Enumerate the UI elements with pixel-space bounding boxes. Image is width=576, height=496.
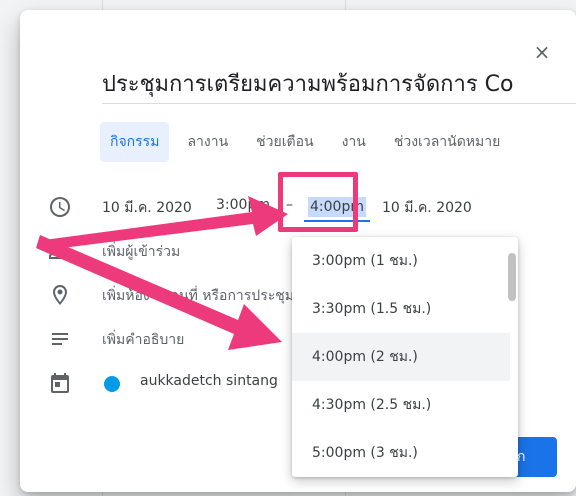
annotation-highlight-box xyxy=(278,172,358,232)
tab-event[interactable]: กิจกรรม xyxy=(100,122,170,162)
tab-reminder[interactable]: ช่วยเตือน xyxy=(246,122,323,162)
close-button[interactable]: × xyxy=(530,40,554,64)
start-date[interactable]: 10 มี.ค. 2020 xyxy=(102,197,192,219)
description-icon xyxy=(48,327,72,351)
title-input[interactable]: ประชุมการเตรียมความพร้อมการจัดการ Co xyxy=(102,70,576,100)
add-description-input[interactable]: เพิ่มคำอธิบาย xyxy=(102,329,184,351)
tab-task[interactable]: งาน xyxy=(332,122,376,162)
time-option-selected[interactable]: 4:00pm (2 ชม.) xyxy=(292,333,510,381)
tab-appointment-slots[interactable]: ช่วงเวลานัดหมาย xyxy=(384,122,510,162)
end-time-dropdown: 3:00pm (1 ชม.) 3:30pm (1.5 ชม.) 4:00pm (… xyxy=(292,237,518,477)
people-icon xyxy=(48,239,72,263)
dropdown-scrollbar[interactable] xyxy=(508,253,516,301)
title-field[interactable]: ประชุมการเตรียมความพร้อมการจัดการ Co xyxy=(102,70,576,104)
calendar-owner-name[interactable]: aukkadetch sintang xyxy=(140,373,278,389)
end-date[interactable]: 10 มี.ค. 2020 xyxy=(382,197,472,219)
add-location-input[interactable]: เพิ่มห้อง สถานที่ หรือการประชุม xyxy=(102,285,294,307)
time-option[interactable]: 3:00pm (1 ชม.) xyxy=(292,237,510,285)
calendar-icon xyxy=(48,371,72,395)
calendar-color-dot xyxy=(104,376,120,392)
add-guests-input[interactable]: เพิ่มผู้เข้าร่วม xyxy=(102,241,180,263)
time-option[interactable]: 5:00pm (3 ชม.) xyxy=(292,429,510,477)
time-option[interactable]: 3:30pm (1.5 ชม.) xyxy=(292,285,510,333)
event-type-tabs: กิจกรรม ลางาน ช่วยเตือน งาน ช่วงเวลานัดห… xyxy=(100,122,518,162)
clock-icon xyxy=(48,195,72,219)
time-option[interactable]: 4:30pm (2.5 ชม.) xyxy=(292,381,510,429)
tab-out-of-office[interactable]: ลางาน xyxy=(177,122,238,162)
start-time[interactable]: 3:00pm xyxy=(216,197,270,213)
location-pin-icon xyxy=(48,283,72,307)
